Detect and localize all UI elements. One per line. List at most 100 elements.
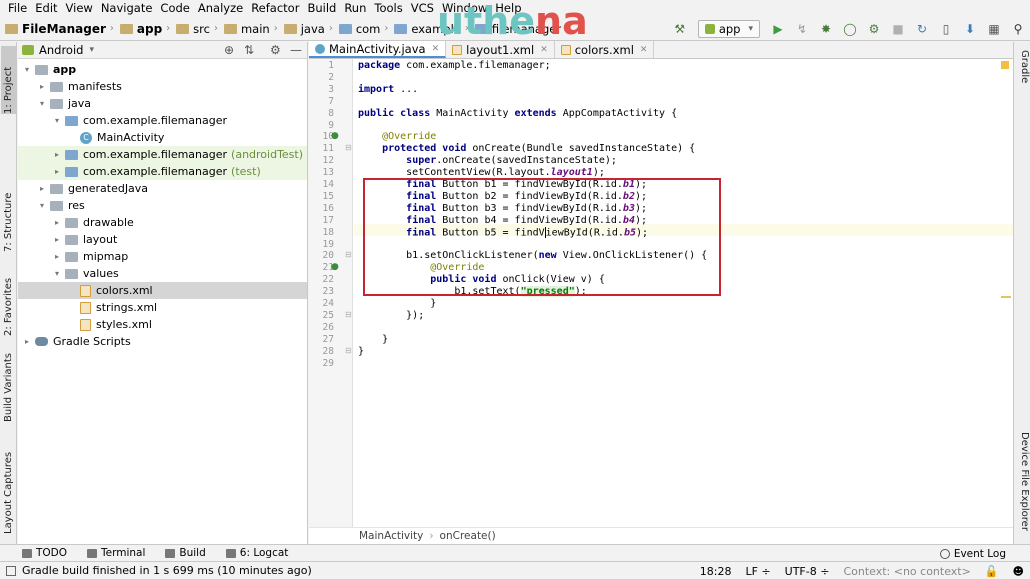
- code-line[interactable]: public class MainActivity extends AppCom…: [358, 108, 677, 120]
- tree-folder[interactable]: ▸ mipmap: [18, 248, 307, 265]
- editor-breadcrumb-class[interactable]: MainActivity: [359, 530, 423, 542]
- tree-folder[interactable]: ▸ manifests: [18, 78, 307, 95]
- menu-item-build[interactable]: Build: [303, 0, 340, 17]
- collapse-arrow-icon[interactable]: ▸: [37, 184, 47, 193]
- line-separator[interactable]: LF ÷: [745, 565, 770, 578]
- sdk-manager-icon[interactable]: ⬇: [962, 21, 978, 37]
- code-line[interactable]: @Override: [358, 131, 436, 143]
- breadcrumb-item-com[interactable]: com ›: [336, 22, 392, 36]
- menu-item-navigate[interactable]: Navigate: [97, 0, 157, 17]
- collapse-arrow-icon[interactable]: ▸: [52, 150, 62, 159]
- expand-arrow-icon[interactable]: ▾: [52, 116, 62, 125]
- editor-tab[interactable]: colors.xml ✕: [555, 41, 655, 58]
- tab-build-variants[interactable]: Build Variants: [1, 344, 16, 422]
- tree-folder[interactable]: ▸ Gradle Scripts: [18, 333, 307, 350]
- run-configuration-select[interactable]: app ▾: [697, 20, 760, 38]
- code-line[interactable]: }: [358, 298, 436, 310]
- collapse-arrow-icon[interactable]: ▸: [52, 235, 62, 244]
- scroll-marker[interactable]: [1001, 296, 1011, 298]
- menu-item-edit[interactable]: Edit: [31, 0, 61, 17]
- menu-item-code[interactable]: Code: [156, 0, 193, 17]
- locate-icon[interactable]: ⊕: [224, 43, 234, 57]
- event-log-button[interactable]: Event Log: [939, 545, 1006, 562]
- menu-item-tools[interactable]: Tools: [370, 0, 406, 17]
- code-line[interactable]: import ...: [358, 84, 418, 96]
- breadcrumb-item-src[interactable]: src ›: [173, 22, 221, 36]
- menu-item-file[interactable]: File: [4, 0, 31, 17]
- fold-icon[interactable]: ⊟: [345, 250, 352, 259]
- expand-arrow-icon[interactable]: ▾: [37, 201, 47, 210]
- close-icon[interactable]: ✕: [640, 45, 648, 55]
- editor-breadcrumb-method[interactable]: onCreate(): [440, 530, 496, 542]
- code-line[interactable]: }: [358, 346, 364, 358]
- gear-icon[interactable]: ⚙: [270, 43, 281, 57]
- tab-layout-captures[interactable]: Layout Captures: [1, 442, 16, 534]
- tree-folder[interactable]: ▸ drawable: [18, 214, 307, 231]
- code-line[interactable]: package com.example.filemanager;: [358, 60, 551, 72]
- breadcrumb-item-filemanager[interactable]: FileManager ›: [2, 22, 117, 36]
- menu-item-run[interactable]: Run: [340, 0, 370, 17]
- close-icon[interactable]: ✕: [432, 44, 440, 54]
- expand-arrow-icon[interactable]: ▾: [22, 65, 32, 74]
- tab-project[interactable]: 1: Project: [1, 46, 16, 114]
- tree-folder[interactable]: ▸ com.example.filemanager (test): [18, 163, 307, 180]
- stop-icon[interactable]: ■: [890, 21, 906, 37]
- collapse-arrow-icon[interactable]: ▸: [52, 167, 62, 176]
- tree-folder[interactable]: ▸ generatedJava: [18, 180, 307, 197]
- expand-arrow-icon[interactable]: ▾: [37, 99, 47, 108]
- fold-icon[interactable]: ⊟: [345, 310, 352, 319]
- tree-folder[interactable]: ▾ values: [18, 265, 307, 282]
- collapse-arrow-icon[interactable]: ▸: [52, 252, 62, 261]
- menu-item-view[interactable]: View: [62, 0, 97, 17]
- breadcrumb-item-app[interactable]: app ›: [117, 22, 173, 36]
- tool-window-todo[interactable]: TODO: [22, 547, 67, 559]
- file-encoding[interactable]: UTF-8 ÷: [785, 565, 830, 578]
- menu-item-analyze[interactable]: Analyze: [194, 0, 247, 17]
- hammer-icon[interactable]: ⚒: [672, 21, 688, 37]
- tab-favorites[interactable]: 2: Favorites: [1, 264, 16, 336]
- tree-folder[interactable]: ▾ app: [18, 61, 307, 78]
- run-icon[interactable]: ▶: [770, 21, 786, 37]
- tree-folder[interactable]: ▸ layout: [18, 231, 307, 248]
- caret-position[interactable]: 18:28: [700, 565, 732, 578]
- collapse-arrow-icon[interactable]: ▸: [52, 218, 62, 227]
- expand-arrow-icon[interactable]: ▾: [52, 269, 62, 278]
- editor-tab[interactable]: layout1.xml ✕: [446, 41, 555, 58]
- tool-window-logcat[interactable]: 6: Logcat: [225, 547, 288, 559]
- tool-window-build[interactable]: Build: [165, 547, 206, 559]
- editor-tab[interactable]: MainActivity.java ✕: [309, 41, 447, 58]
- code-line[interactable]: }: [358, 334, 388, 346]
- code-line[interactable]: super.onCreate(savedInstanceState);: [358, 155, 617, 167]
- menu-item-refactor[interactable]: Refactor: [247, 0, 303, 17]
- project-view-select[interactable]: Android: [39, 43, 83, 57]
- tree-file[interactable]: strings.xml: [18, 299, 307, 316]
- tab-structure[interactable]: 7: Structure: [1, 174, 16, 252]
- collapse-all-icon[interactable]: ⇅: [244, 43, 254, 57]
- inspector-icon[interactable]: ☻: [1013, 565, 1024, 578]
- lock-icon[interactable]: 🔓: [985, 565, 999, 578]
- fold-icon[interactable]: ⊟: [345, 346, 352, 355]
- sync-gradle-icon[interactable]: ↻: [914, 21, 930, 37]
- code-line[interactable]: });: [358, 310, 424, 322]
- warning-icon[interactable]: [1001, 61, 1009, 69]
- breadcrumb-item-main[interactable]: main ›: [221, 22, 281, 36]
- tool-window-terminal[interactable]: Terminal: [87, 547, 145, 559]
- status-message[interactable]: Gradle build finished in 1 s 699 ms (10 …: [0, 564, 312, 577]
- project-structure-icon[interactable]: ▦: [986, 21, 1002, 37]
- tree-file[interactable]: colors.xml: [18, 282, 307, 299]
- avd-manager-icon[interactable]: ▯: [938, 21, 954, 37]
- profile-icon[interactable]: ◯: [842, 21, 858, 37]
- fold-icon[interactable]: ⊟: [345, 143, 352, 152]
- apply-changes-icon[interactable]: ↯: [794, 21, 810, 37]
- close-icon[interactable]: ✕: [540, 45, 548, 55]
- tab-device-file-explorer[interactable]: Device File Explorer: [1015, 432, 1030, 538]
- tab-gradle[interactable]: Gradle: [1015, 50, 1030, 100]
- tree-file[interactable]: styles.xml: [18, 316, 307, 333]
- tree-folder[interactable]: ▸ com.example.filemanager (androidTest): [18, 146, 307, 163]
- search-icon[interactable]: ⚲: [1010, 21, 1026, 37]
- tree-file[interactable]: C MainActivity: [18, 129, 307, 146]
- override-method-icon[interactable]: ●: [331, 131, 339, 141]
- menu-item-vcs[interactable]: VCS: [407, 0, 438, 17]
- tree-folder[interactable]: ▾ com.example.filemanager: [18, 112, 307, 129]
- collapse-arrow-icon[interactable]: ▸: [37, 82, 47, 91]
